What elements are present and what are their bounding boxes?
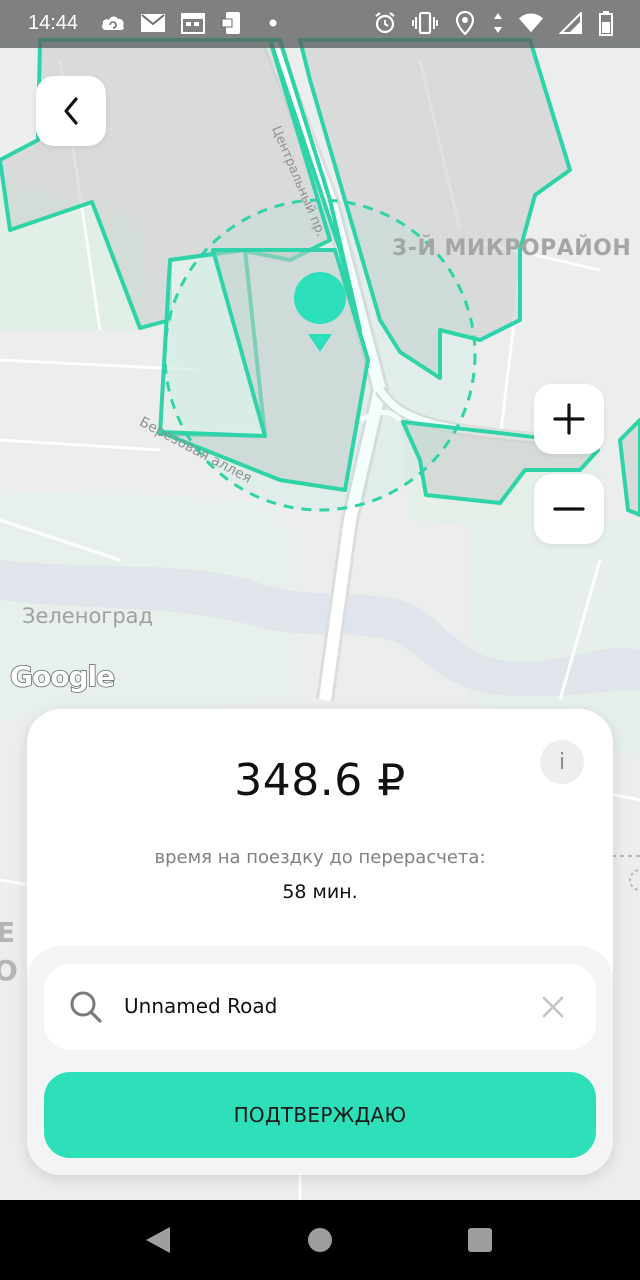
search-icon bbox=[70, 991, 102, 1023]
chevron-left-icon bbox=[64, 97, 78, 125]
alarm-icon bbox=[372, 10, 398, 36]
battery-icon bbox=[598, 10, 614, 36]
data-arrows-icon bbox=[492, 10, 504, 36]
plus-icon bbox=[553, 403, 585, 435]
minus-icon bbox=[553, 507, 585, 511]
wifi-icon bbox=[518, 10, 544, 36]
nav-back-icon bbox=[146, 1227, 170, 1253]
clear-address-button[interactable] bbox=[536, 990, 570, 1024]
info-icon: i bbox=[558, 749, 566, 775]
edge-label-2: О bbox=[0, 954, 18, 987]
confirm-button[interactable]: ПОДТВЕРЖДАЮ bbox=[44, 1072, 596, 1158]
status-time: 14:44 bbox=[28, 12, 79, 34]
address-value: Unnamed Road bbox=[124, 994, 278, 1018]
close-icon bbox=[542, 996, 564, 1018]
nav-home-button[interactable] bbox=[302, 1222, 338, 1258]
location-icon bbox=[452, 10, 478, 36]
google-logo: Google bbox=[9, 659, 116, 694]
nav-recent-icon bbox=[468, 1228, 492, 1252]
nav-recent-button[interactable] bbox=[462, 1222, 498, 1258]
address-panel: Unnamed Road ПОДТВЕРЖДАЮ bbox=[27, 946, 613, 1175]
signal-icon bbox=[558, 10, 584, 36]
location-marker-icon bbox=[294, 272, 346, 352]
cloud-sync-icon bbox=[100, 10, 126, 36]
zoom-in-button[interactable] bbox=[534, 384, 604, 454]
trip-price: 348.6 ₽ bbox=[234, 755, 406, 806]
vibrate-icon bbox=[412, 10, 438, 36]
nav-home-icon bbox=[308, 1228, 332, 1252]
info-button[interactable]: i bbox=[540, 740, 584, 784]
back-button[interactable] bbox=[36, 76, 106, 146]
zoom-out-button[interactable] bbox=[534, 474, 604, 544]
nav-back-button[interactable] bbox=[140, 1222, 176, 1258]
status-bar: 14:44 bbox=[0, 0, 640, 48]
recalc-time-label: время на поездку до перерасчета: bbox=[154, 847, 486, 868]
sim-app-icon bbox=[220, 10, 246, 36]
city-label: Зеленоград bbox=[22, 604, 154, 628]
system-nav-bar bbox=[0, 1200, 640, 1280]
edge-label-1: Е bbox=[0, 916, 16, 949]
calendar-icon bbox=[180, 10, 206, 36]
district-label: 3-Й МИКРОРАЙОН bbox=[392, 236, 632, 261]
trip-card: 348.6 ₽ i время на поездку до перерасчет… bbox=[27, 709, 613, 1175]
recalc-time-value: 58 мин. bbox=[282, 881, 358, 903]
dot-icon bbox=[260, 10, 286, 36]
address-search-field[interactable]: Unnamed Road bbox=[44, 964, 596, 1050]
mail-icon bbox=[140, 10, 166, 36]
